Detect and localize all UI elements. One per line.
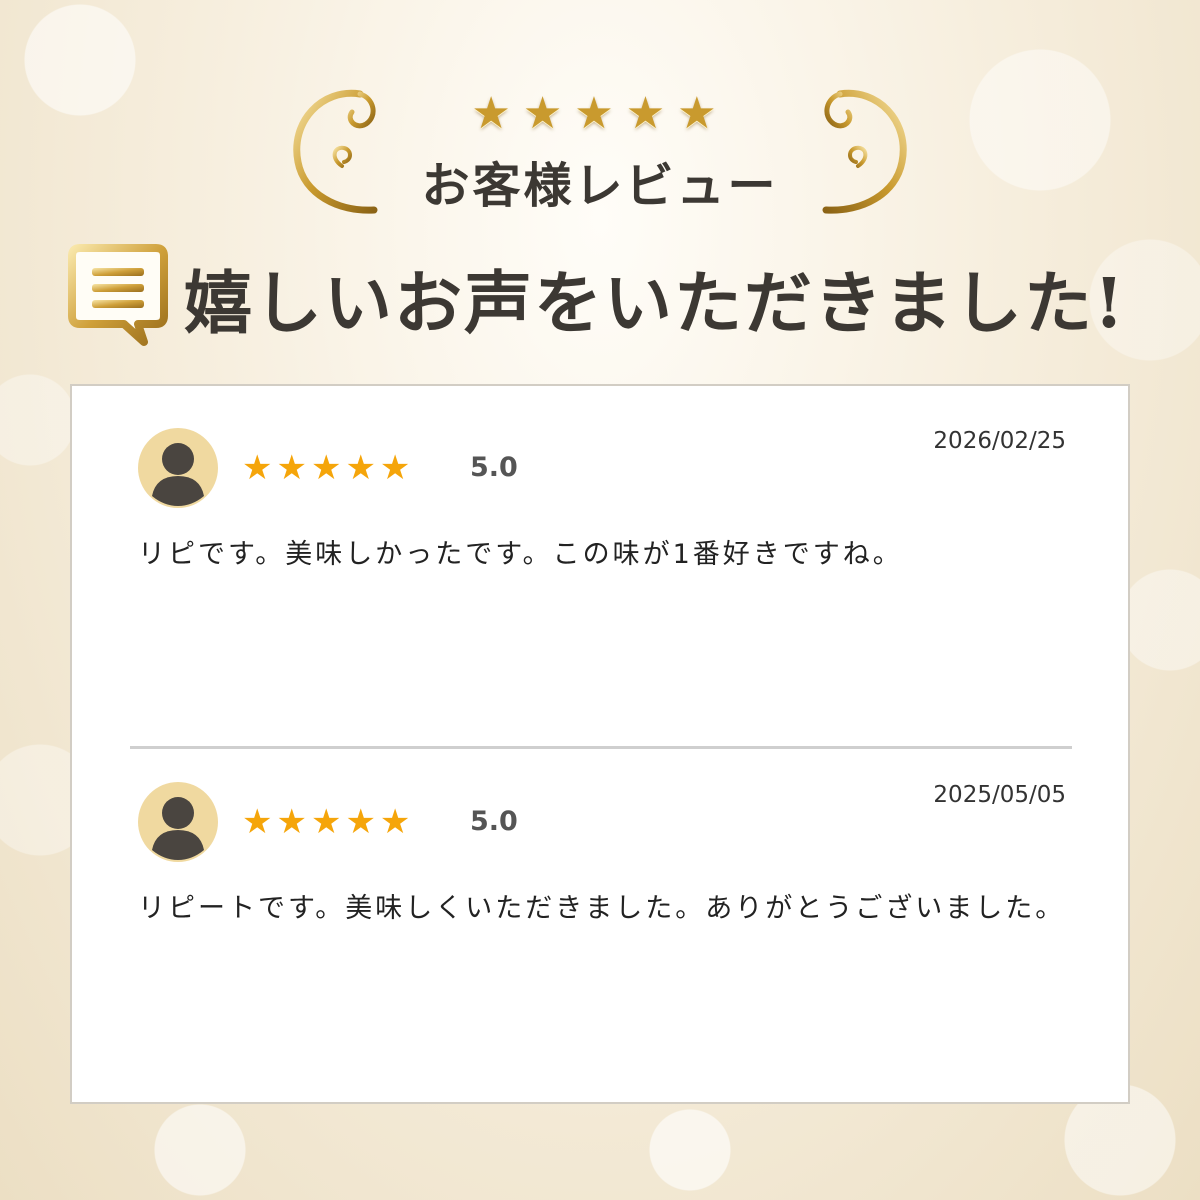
review-date: 2025/05/05: [933, 782, 1066, 808]
avatar-icon: [138, 428, 218, 508]
customer-review-heading: お客様レビュー: [421, 158, 779, 214]
rating-value: 5.0: [470, 452, 518, 483]
review-comment: リピートです。美味しくいただきました。ありがとうございました。: [138, 893, 1066, 924]
review-date: 2026/02/25: [933, 428, 1066, 454]
rating-stars: ★★★★★: [242, 802, 415, 842]
rating-value: 5.0: [470, 806, 518, 837]
main-title: 嬉しいお声をいただきました!: [184, 264, 1126, 344]
avatar-icon: [138, 782, 218, 862]
main-title-row: 嬉しいお声をいただきました!: [68, 242, 1148, 352]
rating-stars: ★★★★★: [242, 448, 415, 488]
review-comment: リピです。美味しかったです。この味が1番好きですね。: [138, 539, 903, 570]
review-item: ★★★★★ 5.0 2026/02/25 リピです。美味しかったです。この味が1…: [72, 386, 1128, 746]
top-rating-stars: ★★★★★: [471, 88, 729, 139]
review-item: ★★★★★ 5.0 2025/05/05 リピートです。美味しくいただきました。…: [72, 746, 1128, 1102]
review-card: ★★★★★ 5.0 2026/02/25 リピです。美味しかったです。この味が1…: [70, 384, 1130, 1104]
chat-bubble-icon: [68, 244, 168, 346]
